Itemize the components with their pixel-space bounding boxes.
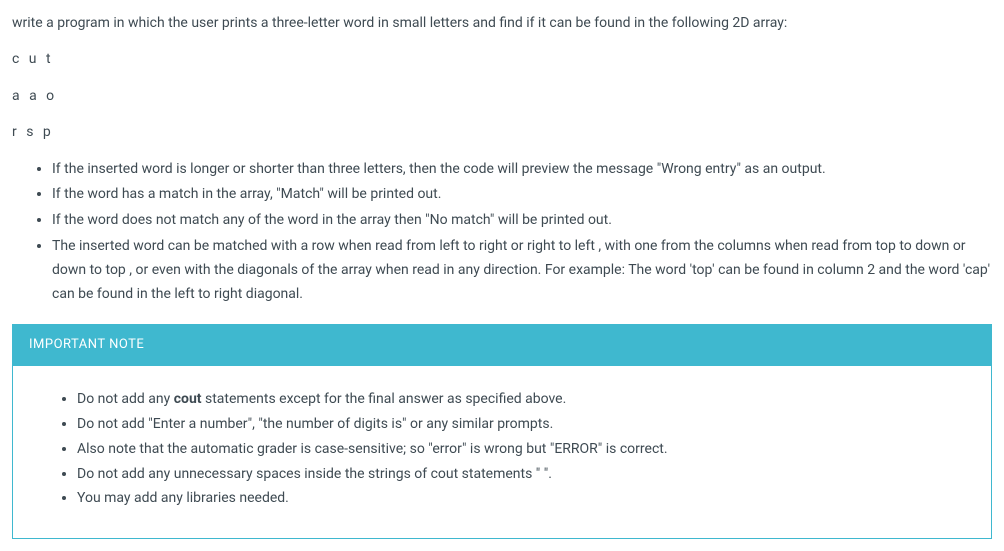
note-item: Also note that the automatic grader is c…	[77, 438, 975, 462]
note-text-pre: Do not add any	[77, 391, 174, 407]
note-text-post: statements except for the final answer a…	[202, 391, 567, 407]
note-item: Do not add any unnecessary spaces inside…	[77, 463, 975, 487]
note-item: Do not add any cout statements except fo…	[77, 388, 975, 412]
array-row-2: a a o	[12, 85, 992, 107]
array-row-3: r s p	[12, 121, 992, 143]
rules-list: If the inserted word is longer or shorte…	[12, 158, 992, 307]
note-header: IMPORTANT NOTE	[13, 325, 991, 366]
array-row-1: c u t	[12, 48, 992, 70]
note-list: Do not add any cout statements except fo…	[29, 388, 975, 511]
intro-text: write a program in which the user prints…	[12, 12, 992, 34]
rule-item: If the word does not match any of the wo…	[52, 209, 992, 233]
rule-item: If the inserted word is longer or shorte…	[52, 158, 992, 182]
note-item: You may add any libraries needed.	[77, 487, 975, 511]
important-note-box: IMPORTANT NOTE Do not add any cout state…	[12, 324, 992, 539]
note-bold-cout: cout	[174, 391, 202, 407]
rule-item: The inserted word can be matched with a …	[52, 235, 992, 306]
note-item: Do not add "Enter a number", "the number…	[77, 413, 975, 437]
rule-item: If the word has a match in the array, "M…	[52, 183, 992, 207]
note-body: Do not add any cout statements except fo…	[13, 366, 991, 538]
